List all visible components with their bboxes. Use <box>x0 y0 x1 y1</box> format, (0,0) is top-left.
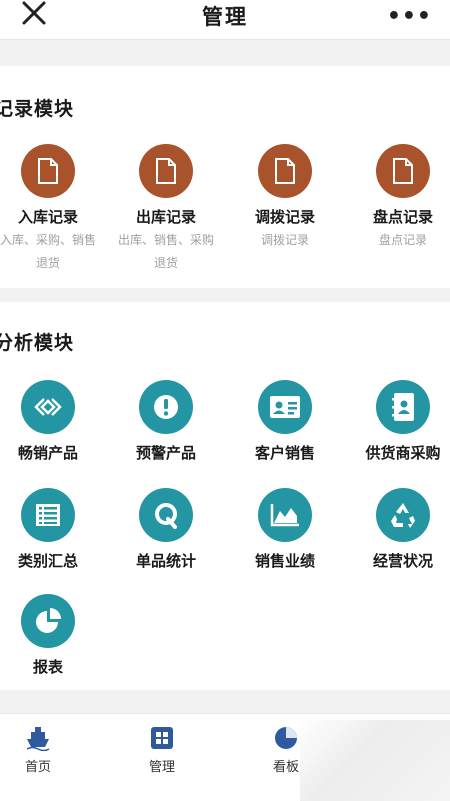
q-icon <box>139 488 193 542</box>
ship-icon <box>24 724 52 752</box>
analysis-item-reports[interactable]: 报表 <box>0 594 104 677</box>
document-icon <box>21 144 75 198</box>
record-module-card: 记录模块 入库记录 入库、采购、销售 退货 出库记录 出库、销售、采购 退货 调… <box>0 66 450 288</box>
tab-label: 首页 <box>24 760 51 775</box>
pie-chart-icon <box>21 594 75 648</box>
record-item-desc-2: 退货 <box>153 256 178 270</box>
analysis-item-label: 报表 <box>32 658 63 676</box>
list-icon <box>21 488 75 542</box>
analysis-item-label: 客户销售 <box>254 444 315 462</box>
analysis-item-alert-products[interactable]: 预警产品 <box>110 380 222 463</box>
analysis-item-supplier-purchase[interactable]: 供货商采购 <box>347 380 450 463</box>
analysis-item-sales-performance[interactable]: 销售业绩 <box>229 488 341 571</box>
analysis-item-label: 单品统计 <box>135 552 196 570</box>
record-item-label: 出库记录 <box>135 208 196 226</box>
analysis-item-label: 预警产品 <box>135 444 196 462</box>
analysis-item-category-summary[interactable]: 类别汇总 <box>0 488 104 571</box>
close-icon[interactable] <box>18 0 52 34</box>
analysis-item-label: 供货商采购 <box>365 444 441 462</box>
record-item-label: 盘点记录 <box>372 208 433 226</box>
analysis-module-title: 分析模块 <box>0 332 75 354</box>
recycle-icon <box>376 488 430 542</box>
grid-icon <box>148 724 176 752</box>
analysis-item-business-status[interactable]: 经营状况 <box>347 488 450 571</box>
record-item-label: 入库记录 <box>17 208 78 226</box>
blurred-corner-overlay <box>300 720 450 801</box>
analysis-item-label: 销售业绩 <box>254 552 315 570</box>
area-chart-icon <box>258 488 312 542</box>
record-item-label: 调拨记录 <box>254 208 315 226</box>
more-menu-button[interactable]: ••• <box>387 4 432 29</box>
tab-management[interactable]: 管理 <box>132 724 192 775</box>
record-module-title: 记录模块 <box>0 98 75 120</box>
top-bar: 管理 ••• <box>0 0 450 40</box>
analysis-item-bestsellers[interactable]: 畅销产品 <box>0 380 104 463</box>
tab-home[interactable]: 首页 <box>8 724 68 775</box>
record-item-desc: 调拨记录 <box>260 233 309 247</box>
document-icon <box>258 144 312 198</box>
record-item-desc: 入库、采购、销售 <box>0 233 96 247</box>
record-item-stocktake[interactable]: 盘点记录 盘点记录 <box>347 144 450 252</box>
analysis-item-label: 畅销产品 <box>17 444 78 462</box>
record-item-desc: 出库、销售、采购 <box>117 233 214 247</box>
contact-book-icon <box>376 380 430 434</box>
diamond-link-icon <box>21 380 75 434</box>
record-item-transfer[interactable]: 调拨记录 调拨记录 <box>229 144 341 252</box>
analysis-item-label: 经营状况 <box>372 552 433 570</box>
id-card-icon <box>258 380 312 434</box>
page-title: 管理 <box>202 4 248 29</box>
record-item-desc-2: 退货 <box>35 256 60 270</box>
record-item-outbound[interactable]: 出库记录 出库、销售、采购 退货 <box>110 144 222 275</box>
document-icon <box>139 144 193 198</box>
analysis-item-customer-sales[interactable]: 客户销售 <box>229 380 341 463</box>
pie-icon <box>272 724 300 752</box>
record-item-inbound[interactable]: 入库记录 入库、采购、销售 退货 <box>0 144 104 275</box>
analysis-item-label: 类别汇总 <box>17 552 78 570</box>
record-item-desc: 盘点记录 <box>378 233 427 247</box>
document-icon <box>376 144 430 198</box>
tab-label: 管理 <box>148 760 175 775</box>
analysis-item-single-product-stats[interactable]: 单品统计 <box>110 488 222 571</box>
analysis-module-card: 分析模块 畅销产品 预警产品 客户销售 供货商采购 类别汇总 单品统计 销售业绩… <box>0 302 450 690</box>
alert-icon <box>139 380 193 434</box>
